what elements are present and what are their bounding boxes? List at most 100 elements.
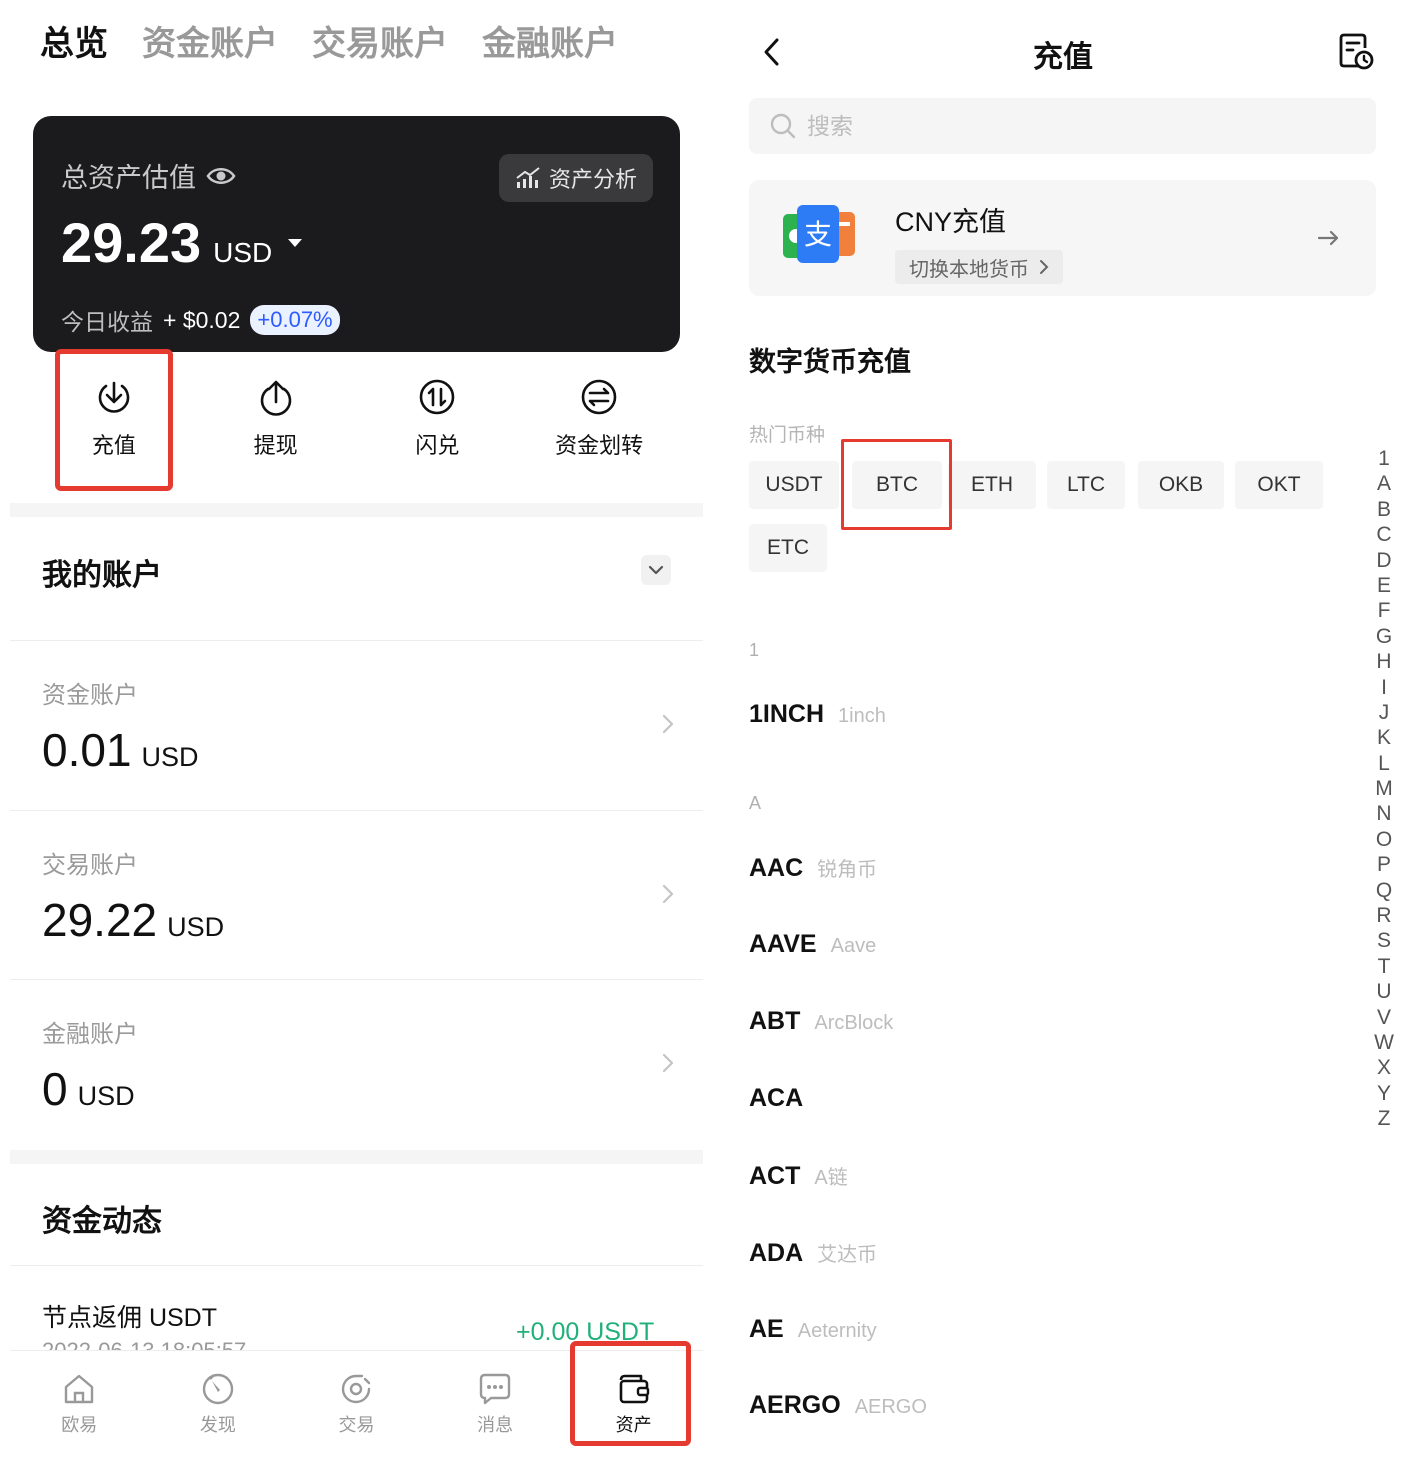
alpha-index-letter[interactable]: Z	[1378, 1106, 1391, 1131]
transfer-button[interactable]: 资金划转	[518, 378, 680, 478]
chevron-right-icon	[662, 884, 674, 904]
total-assets-value-row[interactable]: 29.23 USD	[61, 210, 303, 275]
alpha-index-letter[interactable]: H	[1376, 649, 1391, 674]
trading-account-row[interactable]: 交易账户 29.22 USD	[10, 810, 703, 978]
coin-row[interactable]: ACT A链	[749, 1161, 848, 1191]
alpha-index-letter[interactable]: B	[1377, 497, 1391, 522]
deposit-highlight-box	[55, 349, 173, 491]
account-value: 0	[42, 1063, 68, 1115]
section-divider	[10, 1150, 703, 1164]
cny-deposit-title: CNY充值	[895, 207, 1007, 237]
nav-item-trade[interactable]: 交易	[287, 1351, 426, 1448]
alphabet-index[interactable]: 1ABCDEFGHIJKLMNOPQRSTUVWXYZ	[1374, 446, 1394, 1132]
assets-overview-screen: 总览 资金账户 交易账户 金融账户 总资产估值 资产分析 29.23 USD 今…	[0, 0, 710, 1458]
asset-analysis-button[interactable]: 资产分析	[498, 154, 653, 202]
assets-nav-highlight-box	[570, 1341, 691, 1446]
cny-deposit-card[interactable]: 支 CNY充值 切换本地货币	[749, 180, 1376, 296]
nav-label: 交易	[338, 1415, 375, 1435]
hot-coin-ltc[interactable]: LTC	[1047, 461, 1125, 509]
alpha-index-letter[interactable]: T	[1378, 954, 1391, 979]
alpha-index-letter[interactable]: E	[1377, 573, 1391, 598]
account-label: 交易账户	[42, 852, 138, 879]
chevron-right-icon	[662, 1053, 674, 1073]
collapse-accounts-button[interactable]	[641, 555, 671, 585]
nav-item-discover[interactable]: 发现	[149, 1351, 288, 1448]
convert-icon	[420, 379, 455, 415]
discover-icon	[202, 1373, 234, 1405]
withdraw-button[interactable]: 提现	[195, 378, 357, 478]
alpha-index-letter[interactable]: X	[1377, 1055, 1391, 1080]
coin-symbol: ACT	[749, 1162, 801, 1190]
hot-coin-usdt[interactable]: USDT	[749, 461, 839, 509]
section-divider	[10, 503, 703, 517]
currency-dropdown-icon[interactable]	[288, 238, 303, 247]
nav-label: 消息	[477, 1415, 514, 1435]
alpha-index-letter[interactable]: R	[1376, 903, 1391, 928]
today-pnl-label: 今日收益	[61, 309, 153, 335]
coin-row[interactable]: AERGO AERGO	[749, 1391, 927, 1420]
hot-coin-eth[interactable]: ETH	[948, 461, 1036, 509]
asset-analysis-label: 资产分析	[548, 167, 637, 192]
coin-row[interactable]: AAC 锐角币	[749, 853, 877, 883]
chevron-right-icon	[1040, 260, 1049, 274]
coin-symbol: AE	[749, 1315, 784, 1343]
message-icon	[479, 1373, 511, 1405]
search-icon	[770, 113, 796, 139]
alpha-index-letter[interactable]: M	[1375, 776, 1393, 801]
coin-symbol: AAC	[749, 854, 804, 882]
coin-name: 1inch	[838, 705, 886, 727]
my-accounts-title: 我的账户	[42, 559, 162, 592]
eye-icon[interactable]	[206, 166, 236, 186]
coin-row[interactable]: ACA	[749, 1084, 817, 1113]
nav-label: 欧易	[61, 1415, 98, 1435]
alpha-index-letter[interactable]: P	[1377, 852, 1391, 877]
alpha-index-letter[interactable]: Y	[1377, 1081, 1391, 1106]
coin-row[interactable]: AAVE Aave	[749, 930, 876, 959]
total-assets-value: 29.23	[61, 211, 202, 274]
alpha-index-letter[interactable]: W	[1374, 1030, 1394, 1055]
coin-row[interactable]: 1INCH 1inch	[749, 700, 886, 729]
alpha-index-letter[interactable]: F	[1378, 598, 1391, 623]
funding-account-row[interactable]: 资金账户 0.01 USD	[10, 640, 703, 808]
tab-overview[interactable]: 总览	[40, 20, 108, 68]
switch-local-currency-label: 切换本地货币	[909, 258, 1029, 281]
hot-coin-okb[interactable]: OKB	[1138, 461, 1224, 509]
alpha-index-letter[interactable]: D	[1376, 548, 1391, 573]
tab-funding-account[interactable]: 资金账户	[142, 20, 278, 68]
alpha-index-letter[interactable]: O	[1376, 827, 1392, 852]
trade-icon	[342, 1374, 371, 1404]
hot-coin-okt[interactable]: OKT	[1235, 461, 1323, 509]
tab-financial-account[interactable]: 金融账户	[482, 20, 618, 68]
alpha-index-letter[interactable]: G	[1376, 624, 1392, 649]
search-input[interactable]	[807, 112, 1327, 140]
alpha-index-letter[interactable]: L	[1378, 751, 1390, 776]
deposit-history-icon[interactable]	[1337, 32, 1375, 72]
nav-item-messages[interactable]: 消息	[426, 1351, 565, 1448]
group-letter: 1	[749, 640, 760, 660]
alpha-index-letter[interactable]: N	[1376, 801, 1391, 826]
btc-highlight-box	[841, 439, 952, 530]
convert-button[interactable]: 闪兑	[357, 378, 519, 478]
financial-account-row[interactable]: 金融账户 0 USD	[10, 979, 703, 1147]
alpha-index-letter[interactable]: Q	[1376, 878, 1392, 903]
switch-local-currency-button[interactable]: 切换本地货币	[895, 250, 1063, 284]
alpha-index-letter[interactable]: U	[1376, 979, 1391, 1004]
account-label: 金融账户	[42, 1021, 138, 1048]
account-label: 资金账户	[42, 682, 138, 709]
alpha-index-letter[interactable]: K	[1377, 725, 1391, 750]
alpha-index-letter[interactable]: A	[1377, 471, 1391, 496]
tab-trading-account[interactable]: 交易账户	[312, 20, 448, 68]
coin-row[interactable]: ABT ArcBlock	[749, 1007, 893, 1036]
alpha-index-letter[interactable]: 1	[1378, 446, 1390, 471]
coin-row[interactable]: AE Aeternity	[749, 1315, 877, 1344]
nav-item-okx[interactable]: 欧易	[10, 1351, 149, 1448]
withdraw-icon	[260, 380, 291, 416]
withdraw-label: 提现	[253, 433, 298, 458]
alpha-index-letter[interactable]: C	[1376, 522, 1391, 547]
alpha-index-letter[interactable]: J	[1379, 700, 1390, 725]
coin-row[interactable]: ADA 艾达币	[749, 1238, 877, 1268]
alpha-index-letter[interactable]: V	[1377, 1005, 1391, 1030]
alpha-index-letter[interactable]: S	[1377, 928, 1391, 953]
alpha-index-letter[interactable]: I	[1381, 675, 1387, 700]
hot-coin-etc[interactable]: ETC	[749, 524, 827, 572]
